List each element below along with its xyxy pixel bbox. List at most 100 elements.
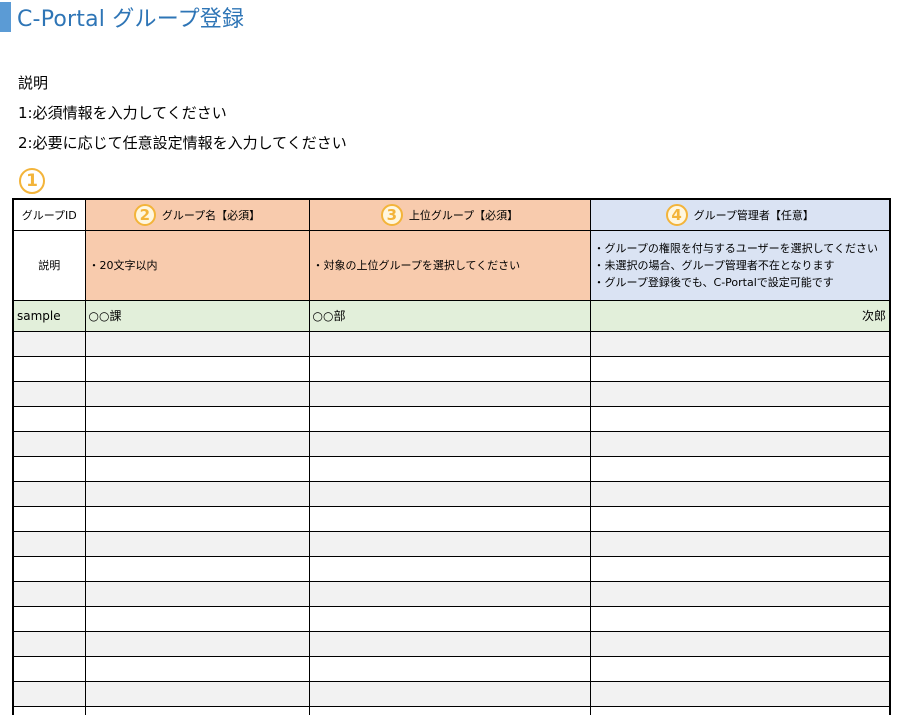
entry-group-id-cell[interactable] [12, 330, 86, 357]
entry-upper-group-cell[interactable] [308, 380, 591, 407]
entry-group-name-cell[interactable] [84, 680, 310, 707]
entry-group-name-cell[interactable] [84, 580, 310, 607]
entry-group-admin-cell[interactable] [589, 605, 891, 632]
entry-upper-group-cell[interactable] [308, 580, 591, 607]
entry-row [12, 630, 891, 657]
marker-4-icon: 4 [665, 203, 688, 226]
sample-group-id[interactable]: sample [12, 299, 86, 332]
header-group-id[interactable]: グループID [12, 198, 86, 231]
entry-group-admin-cell[interactable] [589, 355, 891, 382]
entry-upper-group-cell[interactable] [308, 355, 591, 382]
entry-upper-group-cell[interactable] [308, 455, 591, 482]
entry-group-name-cell[interactable] [84, 655, 310, 682]
sheet-page: C-Portal グループ登録 説明 1:必須情報を入力してください 2:必要に… [0, 0, 903, 715]
entry-row [12, 505, 891, 532]
entry-group-id-cell[interactable] [12, 455, 86, 482]
entry-upper-group-cell[interactable] [308, 655, 591, 682]
entry-group-name-cell[interactable] [84, 480, 310, 507]
entry-group-name-cell[interactable] [84, 455, 310, 482]
sample-upper-group[interactable]: ○○部 [308, 299, 591, 332]
entry-group-admin-cell[interactable] [589, 580, 891, 607]
entry-group-id-cell[interactable] [12, 380, 86, 407]
entry-group-admin-cell[interactable] [589, 630, 891, 657]
entry-upper-group-cell[interactable] [308, 630, 591, 657]
entry-upper-group-cell[interactable] [308, 530, 591, 557]
header-group-name[interactable]: 2 グループ名【必須】 [84, 198, 310, 231]
entry-group-id-cell[interactable] [12, 430, 86, 457]
header-group-admin[interactable]: 4 グループ管理者【任意】 [589, 198, 891, 231]
entry-group-name-cell[interactable] [84, 355, 310, 382]
entry-upper-group-cell[interactable] [308, 330, 591, 357]
entry-group-id-cell[interactable] [12, 680, 86, 707]
sample-group-admin[interactable]: 次郎 [589, 299, 891, 332]
entry-group-name-cell[interactable] [84, 605, 310, 632]
header-upper-group-label: 上位グループ【必須】 [408, 208, 519, 222]
entry-row [12, 680, 891, 707]
entry-row [12, 455, 891, 482]
entry-group-admin-cell[interactable] [589, 480, 891, 507]
description-line-1: 1:必須情報を入力してください [18, 104, 227, 122]
entry-group-id-cell[interactable] [12, 505, 86, 532]
sample-row: sample ○○課 ○○部 次郎 [12, 299, 891, 332]
entry-row [12, 380, 891, 407]
entry-upper-group-cell[interactable] [308, 405, 591, 432]
entry-row [12, 355, 891, 382]
entry-group-admin-cell[interactable] [589, 530, 891, 557]
entry-group-id-cell[interactable] [12, 580, 86, 607]
entry-upper-group-cell[interactable] [308, 705, 591, 715]
entry-group-admin-cell[interactable] [589, 380, 891, 407]
description-line-2: 2:必要に応じて任意設定情報を入力してください [18, 134, 347, 152]
entry-group-id-cell[interactable] [12, 605, 86, 632]
explanation-group-name[interactable]: ・20文字以内 [84, 229, 310, 301]
entry-group-name-cell[interactable] [84, 705, 310, 715]
description-heading: 説明 [18, 74, 49, 92]
explanation-upper-group[interactable]: ・対象の上位グループを選択してください [308, 229, 591, 301]
entry-group-id-cell[interactable] [12, 705, 86, 715]
entry-group-admin-cell[interactable] [589, 505, 891, 532]
explanation-admin-line-2: ・未選択の場合、グループ管理者不在となります [593, 258, 835, 272]
entry-row [12, 655, 891, 682]
entry-upper-group-cell[interactable] [308, 430, 591, 457]
entry-group-id-cell[interactable] [12, 530, 86, 557]
header-group-admin-label: グループ管理者【任意】 [693, 208, 814, 222]
entry-group-name-cell[interactable] [84, 380, 310, 407]
entry-group-id-cell[interactable] [12, 355, 86, 382]
header-upper-group[interactable]: 3 上位グループ【必須】 [308, 198, 591, 231]
sample-group-name[interactable]: ○○課 [84, 299, 310, 332]
marker-2-icon: 2 [133, 203, 156, 226]
entry-group-admin-cell[interactable] [589, 555, 891, 582]
entry-upper-group-cell[interactable] [308, 680, 591, 707]
title-bar: C-Portal グループ登録 [0, 0, 244, 34]
entry-group-id-cell[interactable] [12, 480, 86, 507]
entry-upper-group-cell[interactable] [308, 555, 591, 582]
entry-upper-group-cell[interactable] [308, 480, 591, 507]
explanation-group-admin[interactable]: ・グループの権限を付与するユーザーを選択してください ・未選択の場合、グループ管… [589, 229, 891, 301]
entry-group-admin-cell[interactable] [589, 405, 891, 432]
entry-group-name-cell[interactable] [84, 555, 310, 582]
entry-group-name-cell[interactable] [84, 405, 310, 432]
entry-group-admin-cell[interactable] [589, 705, 891, 715]
entry-row [12, 430, 891, 457]
entry-upper-group-cell[interactable] [308, 605, 591, 632]
entry-group-id-cell[interactable] [12, 630, 86, 657]
entry-group-name-cell[interactable] [84, 505, 310, 532]
entry-group-admin-cell[interactable] [589, 655, 891, 682]
entry-upper-group-cell[interactable] [308, 505, 591, 532]
entry-group-name-cell[interactable] [84, 530, 310, 557]
entry-group-name-cell[interactable] [84, 430, 310, 457]
entry-group-admin-cell[interactable] [589, 680, 891, 707]
entry-group-id-cell[interactable] [12, 405, 86, 432]
explanation-label[interactable]: 説明 [12, 229, 86, 301]
entry-group-admin-cell[interactable] [589, 455, 891, 482]
explanation-admin-line-3: ・グループ登録後でも、C-Portalで設定可能です [593, 275, 834, 289]
marker-1-badge: 1 [19, 168, 45, 194]
entry-row [12, 330, 891, 357]
entry-group-admin-cell[interactable] [589, 430, 891, 457]
entry-group-id-cell[interactable] [12, 655, 86, 682]
header-group-id-label: グループID [21, 208, 77, 222]
entry-group-id-cell[interactable] [12, 555, 86, 582]
entry-group-name-cell[interactable] [84, 630, 310, 657]
entry-group-admin-cell[interactable] [589, 330, 891, 357]
entry-group-name-cell[interactable] [84, 330, 310, 357]
header-group-name-label: グループ名【必須】 [161, 208, 261, 222]
